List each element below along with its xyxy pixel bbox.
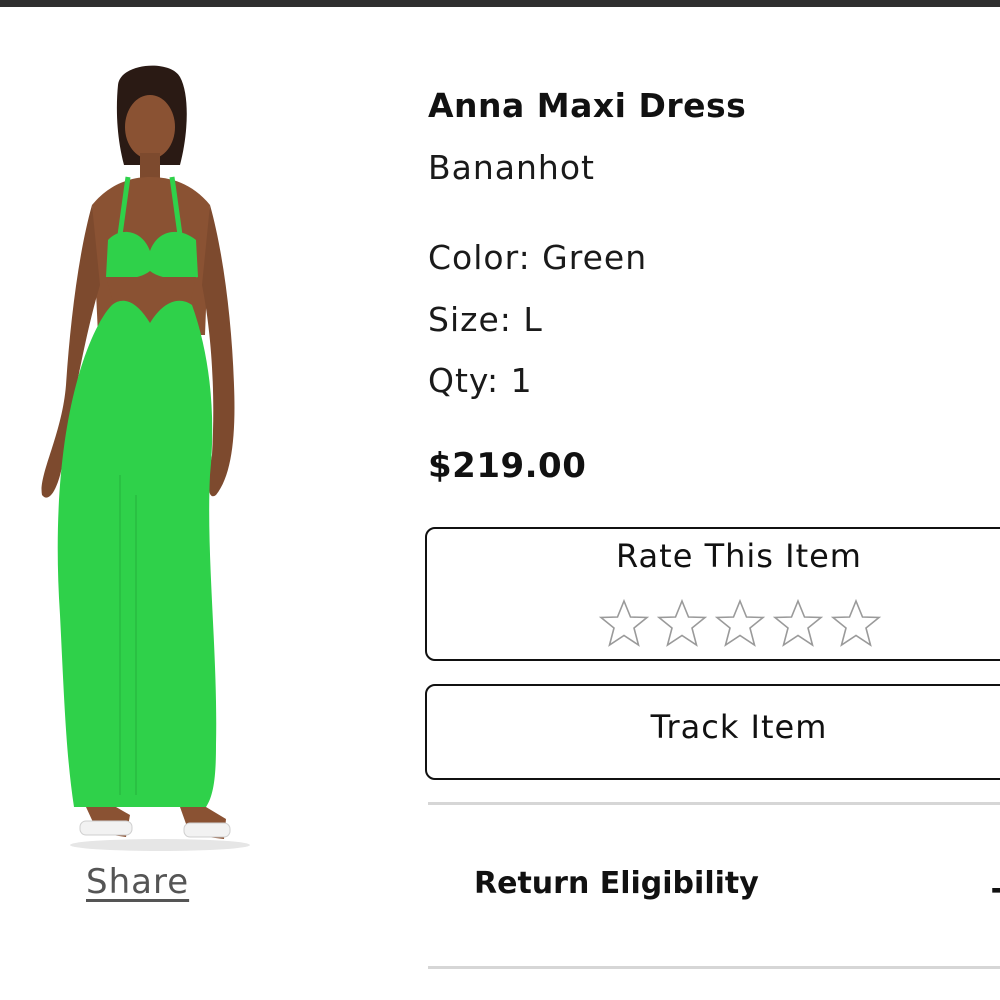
rate-item-title: Rate This Item bbox=[616, 537, 862, 575]
product-qty: Qty: 1 bbox=[428, 361, 533, 400]
star-icon[interactable] bbox=[829, 597, 883, 651]
share-link[interactable]: Share bbox=[86, 862, 189, 902]
divider bbox=[428, 802, 1000, 805]
star-rating[interactable] bbox=[597, 597, 883, 651]
star-icon[interactable] bbox=[597, 597, 651, 651]
return-eligibility-row[interactable]: Return Eligibility + bbox=[428, 808, 1000, 964]
product-price: $219.00 bbox=[428, 446, 587, 486]
product-image bbox=[20, 55, 290, 855]
top-bar bbox=[0, 0, 1000, 7]
product-title: Anna Maxi Dress bbox=[428, 86, 747, 125]
divider bbox=[428, 966, 1000, 969]
star-icon[interactable] bbox=[771, 597, 825, 651]
product-brand: Bananhot bbox=[428, 148, 595, 187]
return-eligibility-label: Return Eligibility bbox=[474, 866, 759, 901]
rate-item-panel: Rate This Item bbox=[425, 527, 1000, 661]
star-icon[interactable] bbox=[655, 597, 709, 651]
track-item-label: Track Item bbox=[650, 708, 828, 746]
plus-icon[interactable]: + bbox=[988, 870, 1000, 910]
product-color: Color: Green bbox=[428, 238, 648, 277]
track-item-button[interactable]: Track Item bbox=[425, 684, 1000, 780]
star-icon[interactable] bbox=[713, 597, 767, 651]
product-size: Size: L bbox=[428, 300, 543, 339]
